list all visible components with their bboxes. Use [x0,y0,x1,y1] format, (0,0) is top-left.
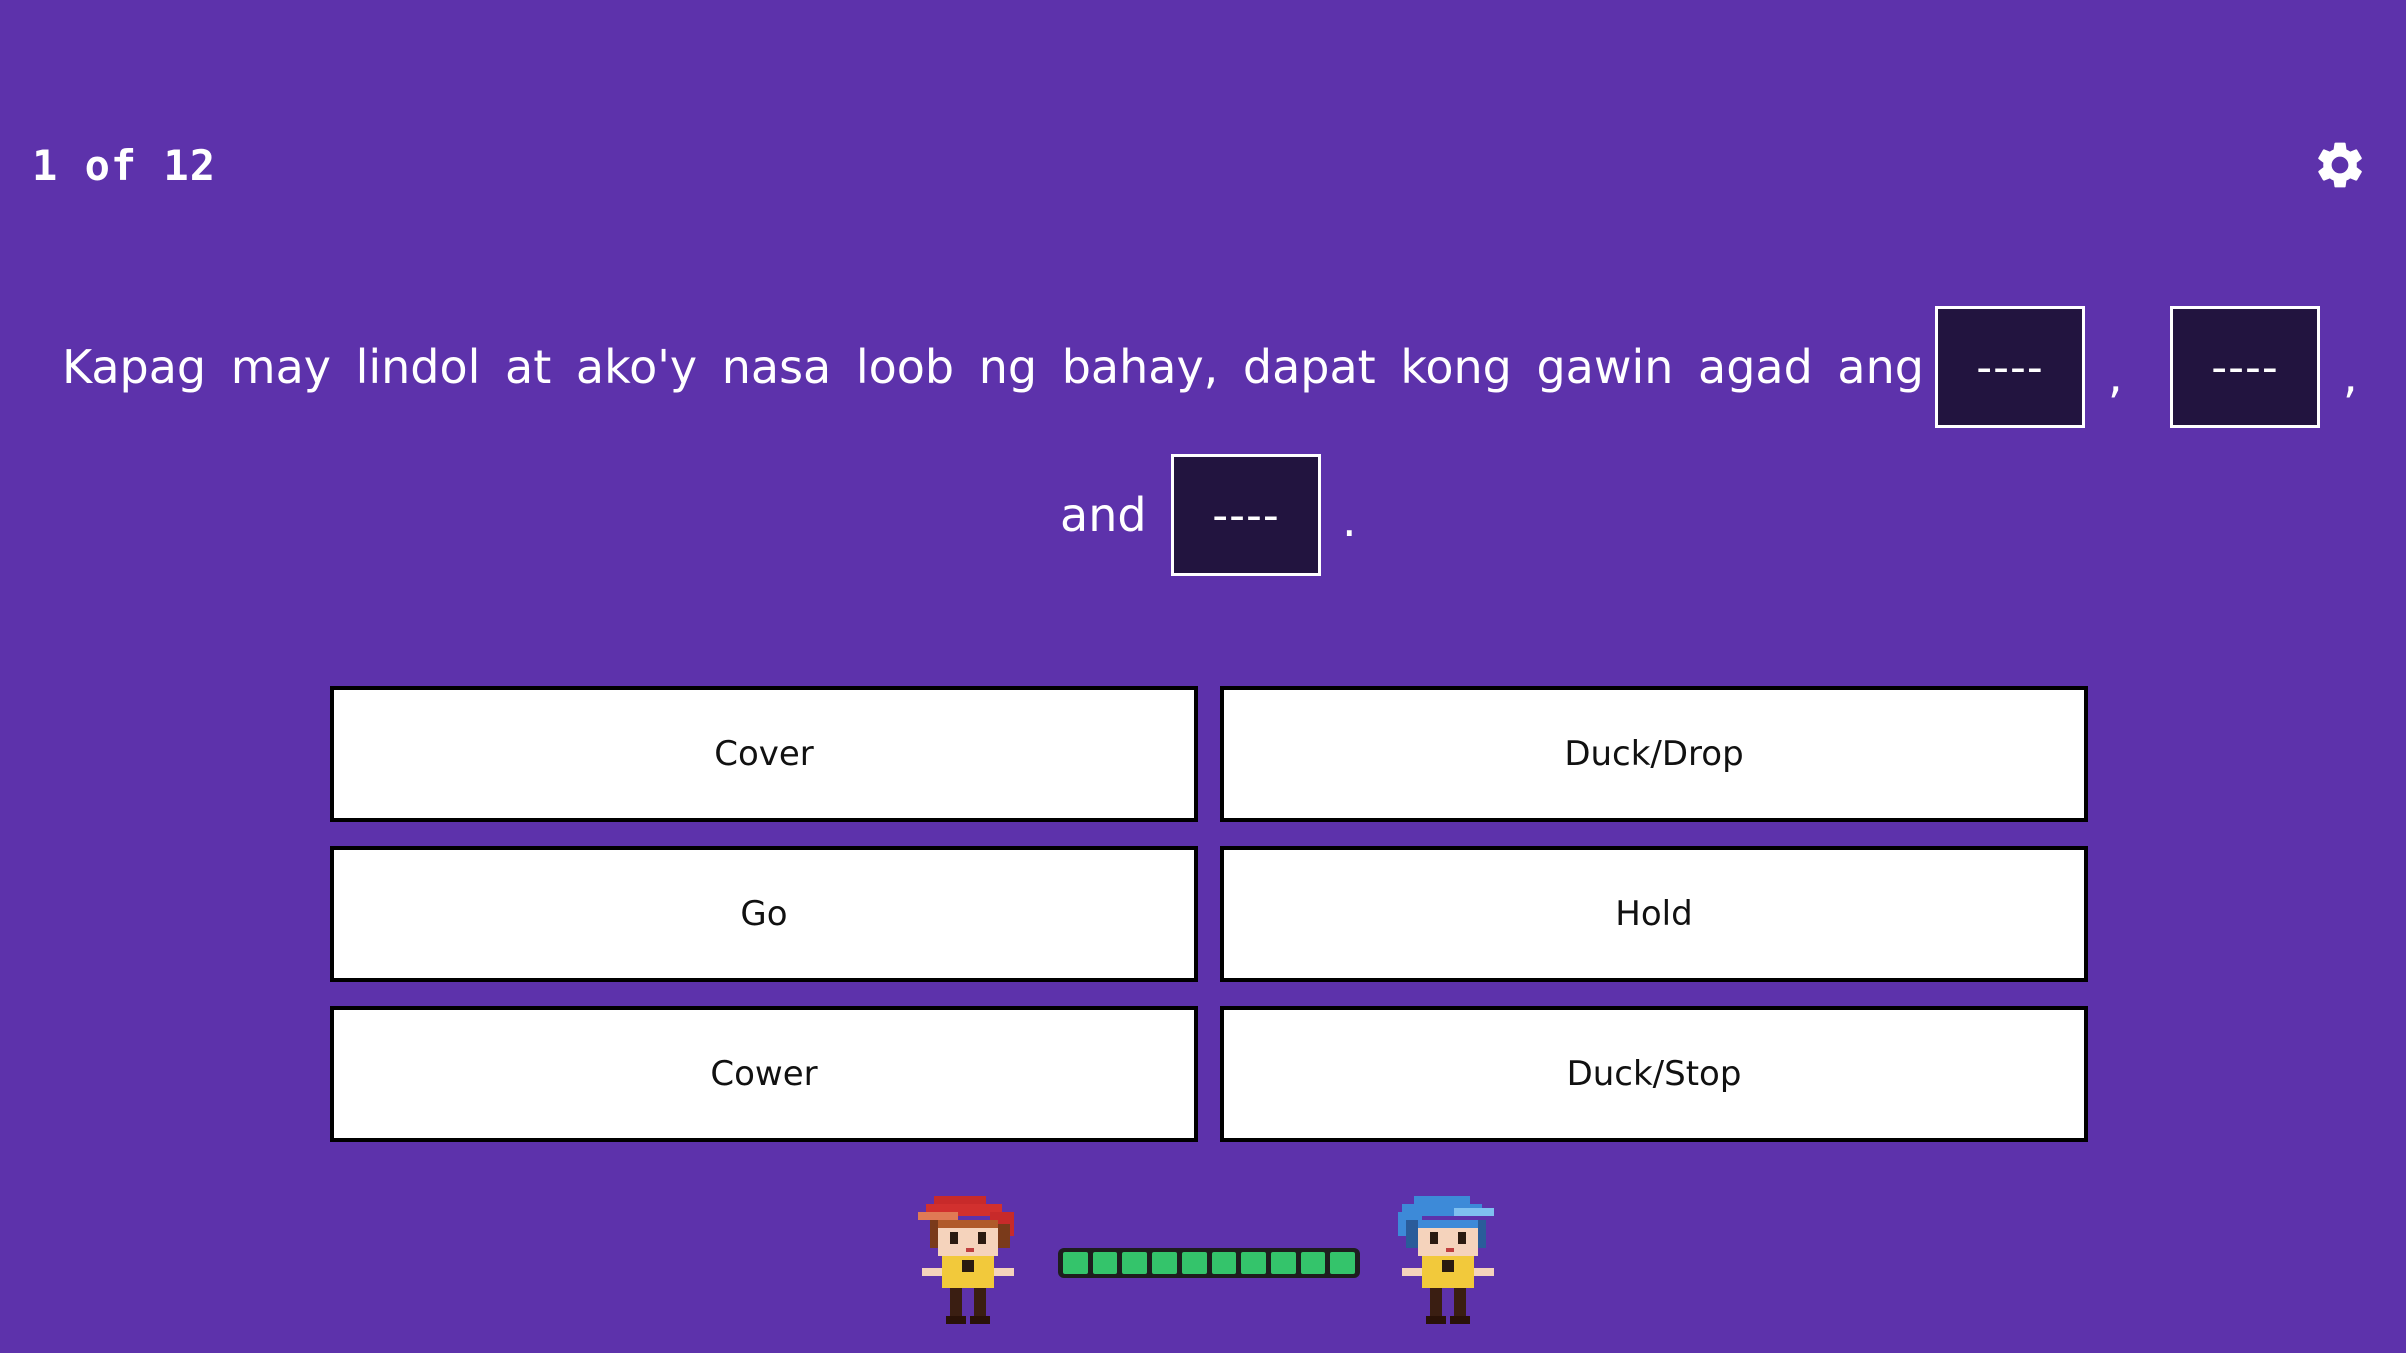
player-blue-avatar [1398,1196,1494,1324]
question-text: Kapag may lindol at ako'y nasa loob ng b… [62,340,1924,394]
settings-gear-icon[interactable] [2312,137,2368,193]
answer-blank-2[interactable]: ---- [2170,306,2320,428]
comma-separator: , [2108,349,2123,403]
option-button[interactable]: Hold [1220,846,2088,982]
progress-segment [1181,1252,1207,1274]
progress-segment [1270,1252,1296,1274]
comma-separator: , [2343,349,2358,403]
progress-segment [1152,1252,1177,1274]
period-mark: . [1342,493,1357,547]
option-button[interactable]: Cover [330,686,1198,822]
option-button[interactable]: Go [330,846,1198,982]
option-button[interactable]: Duck/Stop [1220,1006,2088,1142]
progress-bar [1058,1248,1360,1278]
progress-segment [1330,1252,1356,1274]
answer-blank-3[interactable]: ---- [1171,454,1321,576]
progress-segment [1092,1252,1118,1274]
player-red-avatar [918,1196,1014,1324]
progress-segment [1063,1252,1088,1274]
option-button[interactable]: Cower [330,1006,1198,1142]
question-counter: 1 of 12 [32,141,217,190]
answer-options-grid: Cover Duck/Drop Go Hold Cower Duck/Stop [330,686,2088,1142]
question-and-text: and [1060,488,1147,542]
progress-segment [1122,1252,1148,1274]
progress-segment [1300,1252,1326,1274]
answer-blank-1[interactable]: ---- [1935,306,2085,428]
option-button[interactable]: Duck/Drop [1220,686,2088,822]
progress-segment [1211,1252,1237,1274]
progress-segment [1241,1252,1266,1274]
